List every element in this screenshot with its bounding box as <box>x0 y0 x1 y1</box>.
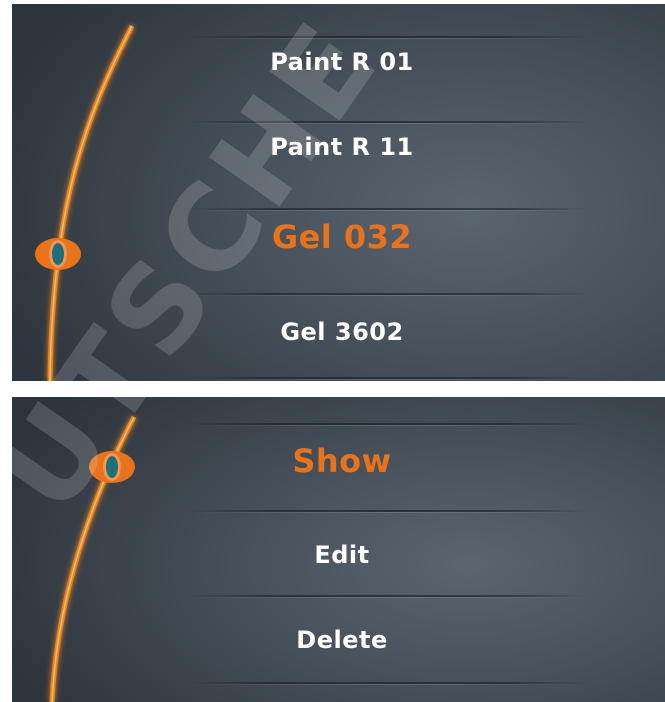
menu-item-gel-032[interactable]: Gel 032 <box>142 218 542 256</box>
menu-divider <box>187 293 587 296</box>
selection-knob-icon[interactable] <box>88 447 138 487</box>
menu-divider <box>187 682 587 685</box>
menu-divider <box>187 423 587 426</box>
menu-item-edit[interactable]: Edit <box>142 541 542 569</box>
menu-divider <box>187 121 587 124</box>
gel-list-screen: Paint R 01 Paint R 11 Gel 032 Gel 3602 <box>12 4 665 381</box>
menu-divider <box>187 510 587 513</box>
selection-knob-icon[interactable] <box>34 234 84 274</box>
menu-divider <box>187 377 587 380</box>
menu-divider <box>187 36 587 39</box>
menu-item-show[interactable]: Show <box>142 442 542 480</box>
menu-divider <box>187 595 587 598</box>
menu-item-delete[interactable]: Delete <box>142 626 542 654</box>
menu-item-gel-3602[interactable]: Gel 3602 <box>142 318 542 346</box>
menu-item-paint-r-11[interactable]: Paint R 11 <box>142 133 542 161</box>
action-menu-screen: Show Edit Delete <box>12 397 665 702</box>
menu-divider <box>187 208 587 211</box>
menu-item-paint-r-01[interactable]: Paint R 01 <box>142 48 542 76</box>
